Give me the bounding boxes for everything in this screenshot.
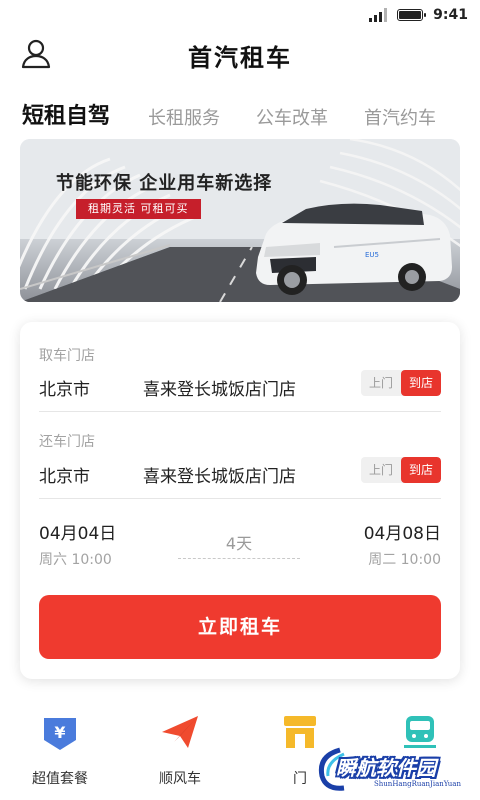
app-header: 首汽租车 <box>0 32 480 76</box>
shortcut-carpool[interactable]: 顺风车 <box>140 712 220 788</box>
promo-banner[interactable]: EU5 节能环保 企业用车新选择 租期灵活 可租可买 <box>20 139 460 302</box>
shortcut-label: 顺风车 <box>159 771 201 787</box>
return-weekday-time[interactable]: 周二 10:00 <box>368 549 441 569</box>
pickup-store-row[interactable]: 北京市 喜来登长城饭店门店 上门 到店 <box>39 368 441 412</box>
status-bar: 9:41 <box>0 0 480 32</box>
return-store-label: 还车门店 <box>39 434 95 450</box>
service-tabs: 短租自驾 长租服务 公车改革 首汽约车 <box>22 94 468 130</box>
pickup-door-option[interactable]: 上门 <box>361 370 401 396</box>
cellular-signal-icon <box>369 8 388 22</box>
shortcut-value-package[interactable]: ¥ 超值套餐 <box>20 712 100 788</box>
return-store-row[interactable]: 北京市 喜来登长城饭店门店 上门 到店 <box>39 455 441 499</box>
return-city[interactable]: 北京市 <box>39 462 90 487</box>
yen-shield-icon: ¥ <box>44 718 76 750</box>
pickup-store[interactable]: 喜来登长城饭店门店 <box>143 375 296 400</box>
tab-official-car-reform[interactable]: 公车改革 <box>256 104 328 130</box>
battery-icon <box>397 9 427 21</box>
return-store-option[interactable]: 到店 <box>401 457 441 483</box>
status-bar-right: 9:41 <box>369 7 468 23</box>
watermark-logo: 瞬航软件园 ShunHangRuanJianYuan <box>314 746 461 794</box>
return-door-option[interactable]: 上门 <box>361 457 401 483</box>
watermark-title: 瞬航软件园 <box>336 756 436 780</box>
pickup-store-label: 取车门店 <box>39 348 95 364</box>
svg-text:¥: ¥ <box>54 723 65 742</box>
return-date[interactable]: 04月08日 <box>364 519 441 544</box>
tab-short-term-rental[interactable]: 短租自驾 <box>22 98 110 130</box>
pickup-city[interactable]: 北京市 <box>39 375 90 400</box>
status-time: 9:41 <box>433 7 468 23</box>
pickup-store-option[interactable]: 到店 <box>401 370 441 396</box>
tab-long-term-service[interactable]: 长租服务 <box>148 104 220 130</box>
pickup-mode-toggle[interactable]: 上门 到店 <box>361 370 441 396</box>
return-mode-toggle[interactable]: 上门 到店 <box>361 457 441 483</box>
booking-card: 取车门店 北京市 喜来登长城饭店门店 上门 到店 还车门店 北京市 喜来登长城饭… <box>20 322 460 679</box>
duration-divider <box>178 558 300 559</box>
svg-text:EU5: EU5 <box>365 251 379 259</box>
return-store[interactable]: 喜来登长城饭店门店 <box>143 462 296 487</box>
shortcut-label: 超值套餐 <box>32 771 88 787</box>
banner-headline: 节能环保 企业用车新选择 <box>56 173 273 194</box>
page-title: 首汽租车 <box>188 44 292 72</box>
tab-ride-hailing[interactable]: 首汽约车 <box>364 104 436 130</box>
watermark-subtitle: ShunHangRuanJianYuan <box>374 780 461 788</box>
paper-plane-icon <box>162 716 198 748</box>
pickup-weekday-time[interactable]: 周六 10:00 <box>39 549 112 569</box>
rent-now-button[interactable]: 立即租车 <box>39 595 441 659</box>
banner-illustration: EU5 <box>20 139 460 302</box>
banner-tag: 租期灵活 可租可买 <box>76 199 201 219</box>
pickup-date[interactable]: 04月04日 <box>39 519 116 544</box>
rental-duration: 4天 <box>225 534 253 553</box>
